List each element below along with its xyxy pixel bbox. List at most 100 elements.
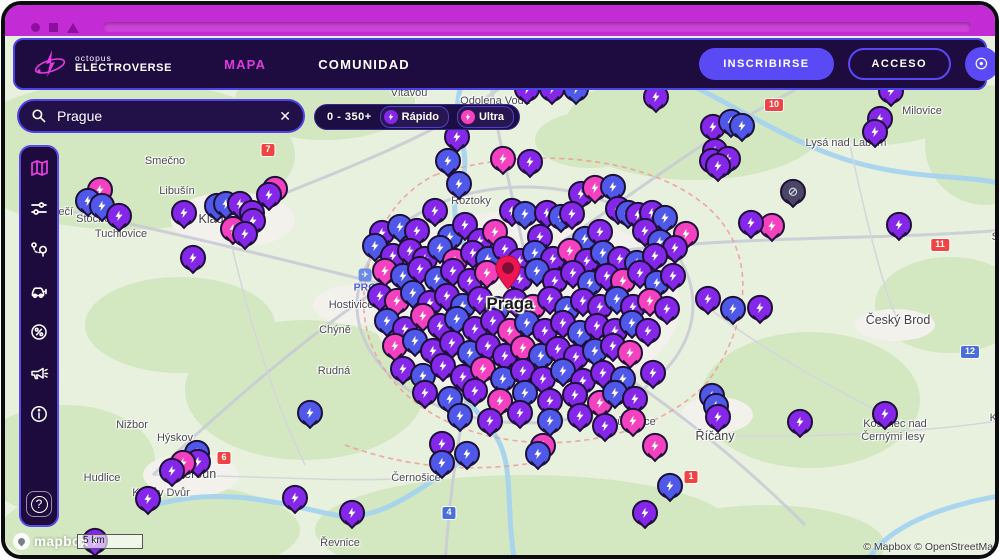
charger-pin[interactable] [720, 295, 746, 322]
charger-pin[interactable] [462, 377, 488, 404]
charger-pin[interactable] [747, 294, 773, 321]
charger-pin[interactable] [412, 379, 438, 406]
app-navbar: octopus ELECTROVERSE MAPA COMUNIDAD INSC… [13, 38, 995, 90]
clear-search-icon[interactable]: ✕ [279, 108, 291, 125]
search-bar: ✕ [17, 99, 305, 133]
place-label: Hudlice [83, 472, 121, 484]
charger-pin[interactable] [654, 295, 680, 322]
filters-sliders-icon[interactable] [28, 198, 50, 220]
browser-chrome-bar [5, 5, 995, 36]
road-shield: 12 [959, 345, 981, 359]
megaphone-icon[interactable] [28, 362, 50, 384]
signup-button[interactable]: INSCRIBIRSE [699, 48, 834, 80]
charger-pin[interactable] [282, 484, 308, 511]
charger-pin[interactable] [729, 112, 755, 139]
charger-pin[interactable] [635, 317, 661, 344]
charger-pin[interactable] [422, 197, 448, 224]
ev-car-icon[interactable] [28, 280, 50, 302]
window-control-circle[interactable] [31, 23, 40, 32]
restricted-charger-pin[interactable] [780, 178, 806, 205]
map-icon[interactable] [28, 157, 50, 179]
charger-pin[interactable] [135, 485, 161, 512]
charger-pin[interactable] [232, 220, 258, 247]
charger-pin[interactable] [297, 399, 323, 426]
window-control-square[interactable] [49, 23, 58, 32]
offers-percent-icon[interactable] [28, 321, 50, 343]
road-shield: 7 [260, 143, 276, 157]
charger-pin[interactable] [477, 407, 503, 434]
charger-pin[interactable] [642, 432, 668, 459]
charger-pin[interactable] [872, 400, 898, 427]
charger-pin[interactable] [446, 170, 472, 197]
charger-pin[interactable] [640, 359, 666, 386]
charger-pin[interactable] [617, 339, 643, 366]
charger-pin[interactable] [159, 457, 185, 484]
charger-pin[interactable] [339, 499, 365, 526]
place-label: Rudná [317, 365, 351, 377]
browser-window: SmečnoLibušínKladnoStochovTuchloviceRozt… [1, 1, 999, 559]
charger-pin[interactable] [517, 148, 543, 175]
login-button[interactable]: ACCESO [847, 48, 951, 80]
search-input[interactable] [55, 107, 280, 125]
charger-pin[interactable] [660, 262, 686, 289]
charger-pin[interactable] [490, 145, 516, 172]
charger-pin[interactable] [559, 200, 585, 227]
address-bar[interactable] [103, 22, 971, 32]
charger-pin[interactable] [507, 399, 533, 426]
map-attribution[interactable]: © Mapbox © OpenStreetMap [863, 541, 995, 553]
charger-pin[interactable] [862, 118, 888, 145]
charger-pin[interactable] [705, 403, 731, 430]
help-button[interactable]: ? [26, 491, 52, 517]
airplane-icon: ✈ [358, 268, 372, 282]
filter-chip-ultra[interactable]: Ultra [456, 106, 515, 128]
place-label: Černošice [391, 472, 441, 484]
place-label: Sadská [991, 231, 999, 243]
charger-pin[interactable] [171, 199, 197, 226]
place-label: Černými lesy [861, 431, 925, 443]
charger-pin[interactable] [592, 412, 618, 439]
charger-pin[interactable] [695, 285, 721, 312]
charger-pin[interactable] [256, 181, 282, 208]
road-shield: 4 [441, 506, 457, 520]
charger-pin[interactable] [567, 402, 593, 429]
window-control-triangle[interactable] [67, 23, 79, 33]
screenshot: SmečnoLibušínKladnoStochovTuchloviceRozt… [0, 0, 1000, 560]
charger-pin[interactable] [537, 407, 563, 434]
charger-pin[interactable] [657, 472, 683, 499]
place-label: Smečno [144, 155, 186, 167]
charger-pin[interactable] [886, 211, 912, 238]
charger-pin[interactable] [632, 499, 658, 526]
mapbox-icon [13, 533, 30, 550]
charger-pin[interactable] [620, 407, 646, 434]
place-label: Libušín [159, 185, 195, 197]
map-tools-sidebar: ? [19, 145, 59, 527]
charger-pin[interactable] [787, 408, 813, 435]
filter-chip-rapido[interactable]: Rápido [379, 106, 449, 128]
charger-pin[interactable] [447, 402, 473, 429]
power-range-label: 0 - 350+ [327, 111, 372, 123]
road-shield: 11 [930, 238, 950, 252]
tab-mapa[interactable]: MAPA [224, 57, 266, 72]
bolt-icon [460, 110, 475, 124]
map-scale-bar: 5 km [77, 534, 143, 549]
question-mark-icon: ? [30, 495, 48, 513]
charger-pin[interactable] [429, 449, 455, 476]
road-shield: 1 [683, 470, 699, 484]
filter-bar: 0 - 350+ Rápido Ultra [314, 104, 521, 130]
tab-comunidad[interactable]: COMUNIDAD [318, 57, 410, 72]
route-planner-icon[interactable] [28, 239, 50, 261]
city-label-praga: Praga [486, 294, 534, 313]
charger-pin[interactable] [705, 152, 731, 179]
charger-pin[interactable] [525, 440, 551, 467]
place-label: Nižbor [116, 419, 148, 431]
searched-location-pin[interactable] [494, 255, 522, 296]
charger-pin[interactable] [106, 202, 132, 229]
charger-pin[interactable] [738, 209, 764, 236]
place-label: Chýně [319, 324, 351, 336]
charger-pin[interactable] [454, 440, 480, 467]
charger-pin[interactable] [180, 244, 206, 271]
bolt-icon [383, 110, 398, 124]
info-icon[interactable] [28, 403, 50, 425]
brand-logo[interactable]: octopus ELECTROVERSE [33, 47, 172, 81]
globe-icon[interactable]: ☉ [965, 47, 995, 81]
